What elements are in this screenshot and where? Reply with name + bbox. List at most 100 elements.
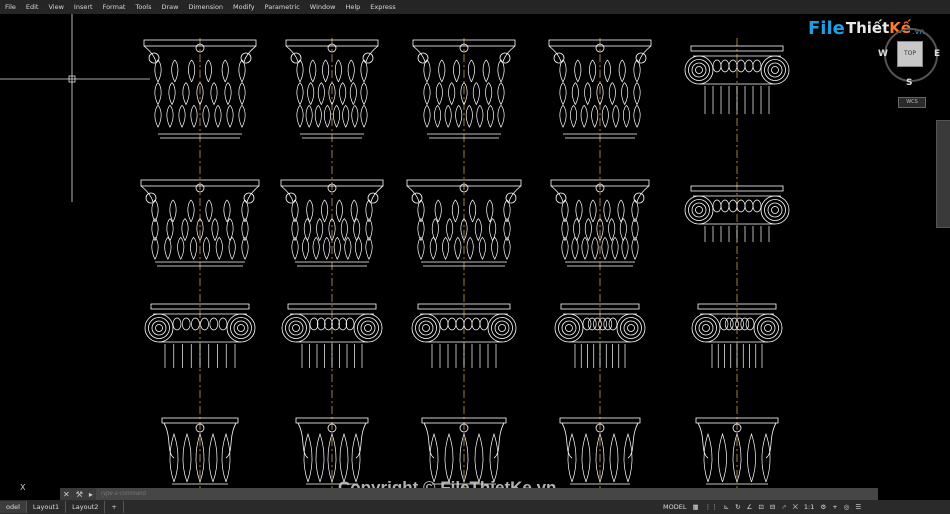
customize-icon[interactable]: ☰ — [852, 503, 864, 511]
capital-r0-c0-acanthus-leaf — [238, 59, 246, 83]
capital-r1-c2-acanthus-leaf — [454, 236, 462, 260]
tab-model[interactable]: odel — [0, 501, 27, 513]
capital-r0-c0-acanthus-leaf — [154, 82, 162, 105]
capital-r2-c2-volute — [418, 320, 434, 336]
capital-r0-c4-volute — [767, 62, 783, 78]
viewcube-top-face[interactable]: TOP — [897, 41, 923, 67]
menu-draw[interactable]: Draw — [157, 0, 184, 14]
capital-r1-c0-volute-right — [246, 185, 260, 203]
isolate-icon[interactable]: ◎ — [841, 503, 853, 511]
capital-r1-c3-acanthus-leaf — [571, 236, 579, 260]
capital-r0-c2-acanthus-leaf — [497, 104, 505, 128]
capital-r0-c0-acanthus-leaf — [188, 59, 196, 83]
menu-format[interactable]: Format — [98, 0, 131, 14]
capital-r1-c0-acanthus-leaf — [190, 236, 198, 260]
otrack-icon[interactable]: ⊟ — [767, 503, 778, 511]
capital-r0-c4-volute — [691, 62, 707, 78]
capital-r2-c2-egg — [439, 317, 449, 331]
close-icon[interactable]: ✕ — [60, 490, 73, 499]
capital-r0-c3-acanthus-leaf — [603, 59, 611, 83]
tab-layout1[interactable]: Layout1 — [27, 501, 67, 513]
wrench-icon[interactable]: ⚒ — [73, 490, 86, 499]
menu-insert[interactable]: Insert — [69, 0, 98, 14]
capital-r0-c1-acanthus-leaf — [342, 104, 350, 128]
capital-r2-c0-egg — [200, 317, 209, 331]
capital-r0-c3-acanthus-leaf — [559, 104, 567, 128]
isodraft-icon[interactable]: ∠ — [744, 503, 756, 511]
plus-icon[interactable]: + — [829, 503, 840, 511]
capital-r1-c1-acanthus-leaf — [302, 236, 310, 260]
capital-r3-c1-leaf — [315, 432, 325, 483]
capital-r2-c1-egg — [338, 317, 348, 331]
menu-dimension[interactable]: Dimension — [183, 0, 228, 14]
menu-help[interactable]: Help — [340, 0, 365, 14]
capital-r0-c2-acanthus-leaf — [448, 82, 456, 105]
menu-view[interactable]: View — [43, 0, 68, 14]
grid-icon[interactable]: ▦ — [689, 503, 701, 511]
capital-r0-c3-acanthus-leaf — [571, 82, 579, 105]
capital-r2-c4-egg — [740, 317, 750, 331]
drawing-canvas[interactable] — [0, 14, 950, 488]
capital-r2-c2-egg — [463, 317, 473, 331]
capital-r0-c4-volute — [695, 66, 703, 74]
capital-r0-c2-volute-right — [502, 45, 516, 63]
menu-edit[interactable]: Edit — [21, 0, 44, 14]
capital-r0-c1-acanthus-leaf — [351, 104, 359, 128]
capital-r0-c2-scroll-left — [417, 52, 429, 64]
osnap-icon[interactable]: ⊡ — [755, 503, 766, 511]
capital-r0-c3-acanthus-leaf — [621, 82, 629, 105]
compass-east[interactable]: E — [934, 49, 940, 59]
capital-r2-c2-volute — [494, 320, 510, 336]
menu-modify[interactable]: Modify — [228, 0, 260, 14]
capital-r1-c1-scroll-right — [367, 192, 379, 204]
tab-layout2[interactable]: Layout2 — [66, 501, 106, 513]
capital-r1-c3-acanthus-leaf — [601, 236, 609, 260]
viewcube[interactable]: TOP W E S — [878, 22, 942, 88]
prompt-icon[interactable]: ▸ — [86, 490, 96, 499]
capital-r0-c2-acanthus-leaf — [453, 59, 461, 83]
compass-west[interactable]: W — [878, 49, 888, 59]
menu-express[interactable]: Express — [365, 0, 400, 14]
capital-r1-c0-scroll-right — [243, 192, 255, 204]
capital-r0-c0-acanthus-leaf — [178, 104, 186, 128]
capital-r0-c0-acanthus-leaf — [190, 104, 198, 128]
scale-button[interactable]: 1:1 — [801, 503, 817, 511]
capital-r0-c1-volute-right — [365, 45, 379, 63]
annotation-icon[interactable]: ⨉ — [790, 503, 801, 512]
capital-r0-c2-acanthus-leaf — [423, 104, 431, 128]
menu-file[interactable]: File — [0, 0, 21, 14]
capital-r0-c3-acanthus-leaf — [612, 104, 620, 128]
snap-icon[interactable]: ⋮⋮ — [702, 503, 721, 511]
command-input[interactable] — [95, 488, 878, 500]
capital-r1-c1-acanthus-leaf — [312, 236, 320, 260]
menu-window[interactable]: Window — [305, 0, 341, 14]
menu-tools[interactable]: Tools — [130, 0, 156, 14]
polar-icon[interactable]: ↻ — [732, 503, 743, 511]
menu-parametric[interactable]: Parametric — [260, 0, 305, 14]
capital-r1-c0-acanthus-leaf — [211, 218, 219, 241]
capital-r0-c3-acanthus-leaf — [608, 82, 616, 105]
capital-r1-c3-acanthus-leaf — [611, 236, 619, 260]
gear-icon[interactable]: ⚙ — [817, 503, 829, 511]
add-layout-button[interactable]: + — [105, 501, 124, 513]
navigation-bar[interactable] — [936, 120, 950, 228]
model-space-button[interactable]: MODEL — [660, 503, 689, 511]
capital-r0-c2-volute-left — [412, 45, 426, 63]
capital-r0-c3-acanthus-leaf — [570, 104, 578, 128]
capital-r1-c1-acanthus-leaf — [333, 236, 341, 260]
capital-r2-c1-egg — [331, 317, 340, 331]
ortho-icon[interactable]: ⊾ — [721, 503, 732, 511]
selection-cycling-icon[interactable]: ⇗ — [778, 503, 789, 511]
capital-r0-c2-acanthus-leaf — [438, 59, 446, 83]
capital-r2-c2-egg — [447, 317, 457, 331]
capital-r0-c3-acanthus-leaf — [633, 82, 641, 105]
capital-r0-c0-acanthus-leaf — [238, 82, 246, 105]
cad-drawing — [0, 14, 790, 488]
compass-south[interactable]: S — [906, 78, 912, 88]
capital-r0-c3-acanthus-leaf — [633, 59, 641, 83]
capital-r0-c0-acanthus-leaf — [210, 82, 218, 105]
capital-r1-c2-acanthus-leaf — [486, 199, 494, 223]
wcs-menu[interactable]: WCS — [898, 97, 926, 108]
capital-r1-c2-acanthus-leaf — [434, 199, 442, 223]
capital-r1-c2-scroll-right — [505, 192, 517, 204]
